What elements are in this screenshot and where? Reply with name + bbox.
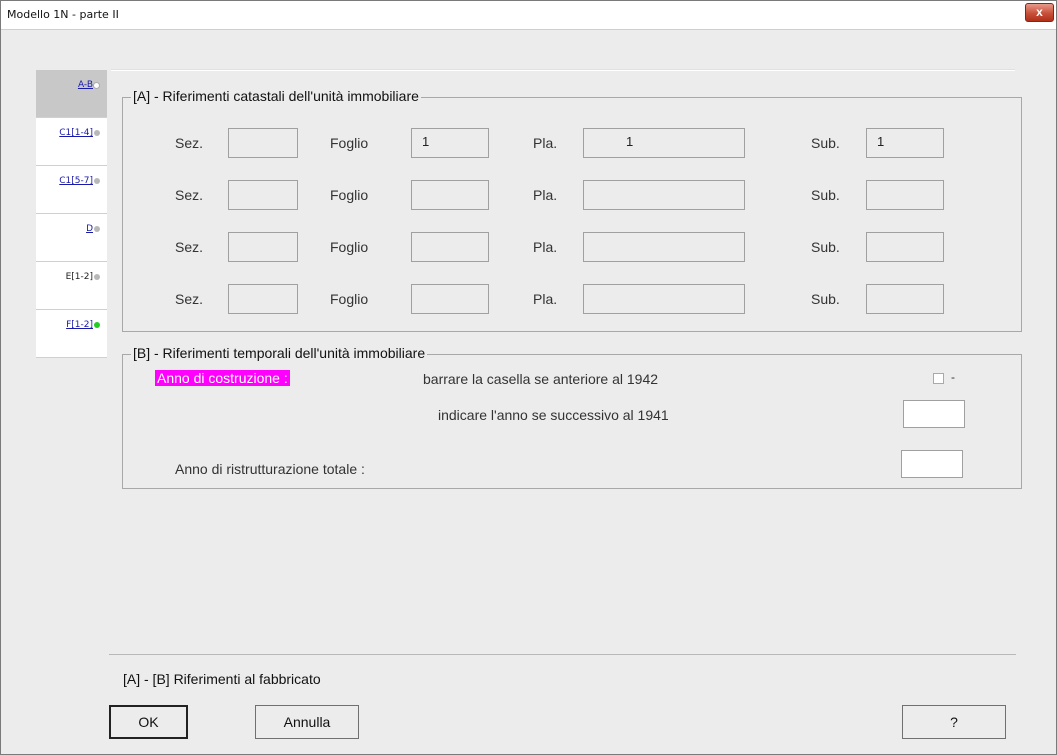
- foglio-field[interactable]: [411, 232, 489, 262]
- pre-1942-checkbox[interactable]: [933, 373, 944, 384]
- pla-label: Pla.: [533, 239, 558, 255]
- tab-f-1-2[interactable]: F[1-2]: [36, 310, 107, 358]
- sez-label: Sez.: [175, 239, 204, 255]
- tab-label: C1[1-4]: [59, 128, 93, 138]
- pla-field[interactable]: 1: [583, 128, 745, 158]
- pla-field[interactable]: [583, 284, 745, 314]
- foglio-field[interactable]: [411, 284, 489, 314]
- bottom-divider: [109, 654, 1016, 655]
- tab-label: C1[5-7]: [59, 176, 93, 186]
- tab-label: A-B: [77, 80, 93, 90]
- ristrutturazione-label: Anno di ristrutturazione totale :: [175, 461, 365, 477]
- sub-label: Sub.: [811, 135, 840, 151]
- pla-field[interactable]: [583, 180, 745, 210]
- sub-label: Sub.: [811, 291, 840, 307]
- status-dot-icon: [94, 274, 100, 280]
- cancel-button[interactable]: Annulla: [255, 705, 359, 739]
- foglio-field[interactable]: [411, 180, 489, 210]
- sub-field[interactable]: [866, 180, 944, 210]
- tab-e-1-2[interactable]: E[1-2]: [36, 262, 107, 310]
- foglio-label: Foglio: [330, 239, 369, 255]
- sez-field[interactable]: [228, 232, 298, 262]
- top-divider: [111, 69, 1015, 71]
- sez-label: Sez.: [175, 135, 204, 151]
- help-button[interactable]: ?: [902, 705, 1006, 739]
- section-a-title: [A] - Riferimenti catastali dell'unità i…: [131, 88, 421, 104]
- close-button[interactable]: x: [1025, 3, 1054, 22]
- tab-d[interactable]: D: [36, 214, 107, 262]
- foglio-label: Foglio: [330, 291, 369, 307]
- sez-field[interactable]: [228, 180, 298, 210]
- tab-c1-5-7[interactable]: C1[5-7]: [36, 166, 107, 214]
- status-dot-icon: [94, 130, 100, 136]
- sez-field[interactable]: [228, 128, 298, 158]
- dialog-window: Modello 1N - parte II x A-B C1[1-4] C1[5…: [0, 0, 1057, 755]
- section-tabs: A-B C1[1-4] C1[5-7] D E[1-2] F[1-2]: [36, 70, 107, 358]
- pla-label: Pla.: [533, 291, 558, 307]
- window-title: Modello 1N - parte II: [7, 8, 119, 21]
- ristrutturazione-input[interactable]: [901, 450, 963, 478]
- sez-label: Sez.: [175, 291, 204, 307]
- sez-label: Sez.: [175, 187, 204, 203]
- ok-button[interactable]: OK: [109, 705, 188, 739]
- title-bar: Modello 1N - parte II x: [1, 1, 1056, 30]
- tab-label: E[1-2]: [65, 272, 93, 282]
- tab-a-b[interactable]: A-B: [36, 70, 107, 118]
- section-a-group: [A] - Riferimenti catastali dell'unità i…: [122, 88, 1022, 332]
- foglio-field[interactable]: 1: [411, 128, 489, 158]
- sub-field[interactable]: [866, 232, 944, 262]
- section-b-title: [B] - Riferimenti temporali dell'unità i…: [131, 345, 428, 361]
- status-dot-icon: [94, 178, 100, 184]
- tab-label: D: [86, 224, 93, 234]
- indicare-label: indicare l'anno se successivo al 1941: [438, 407, 669, 423]
- pla-label: Pla.: [533, 135, 558, 151]
- pla-label: Pla.: [533, 187, 558, 203]
- footer-section-label: [A] - [B] Riferimenti al fabbricato: [123, 671, 321, 687]
- anno-costruzione-label: Anno di costruzione :: [155, 370, 290, 386]
- foglio-label: Foglio: [330, 187, 369, 203]
- barrare-label: barrare la casella se anteriore al 1942: [423, 371, 659, 387]
- foglio-label: Foglio: [330, 135, 369, 151]
- sez-field[interactable]: [228, 284, 298, 314]
- section-b-group: [B] - Riferimenti temporali dell'unità i…: [122, 345, 1022, 489]
- close-icon: x: [1036, 5, 1043, 19]
- sub-field[interactable]: [866, 284, 944, 314]
- sub-field[interactable]: 1: [866, 128, 944, 158]
- sub-label: Sub.: [811, 239, 840, 255]
- tab-c1-1-4[interactable]: C1[1-4]: [36, 118, 107, 166]
- status-dot-icon: [94, 226, 100, 232]
- tab-label: F[1-2]: [66, 320, 93, 330]
- pla-field[interactable]: [583, 232, 745, 262]
- status-dot-icon: [93, 82, 100, 89]
- sub-label: Sub.: [811, 187, 840, 203]
- status-dot-icon: [94, 322, 100, 328]
- checkbox-suffix: -: [951, 370, 955, 384]
- anno-costruzione-input[interactable]: [903, 400, 965, 428]
